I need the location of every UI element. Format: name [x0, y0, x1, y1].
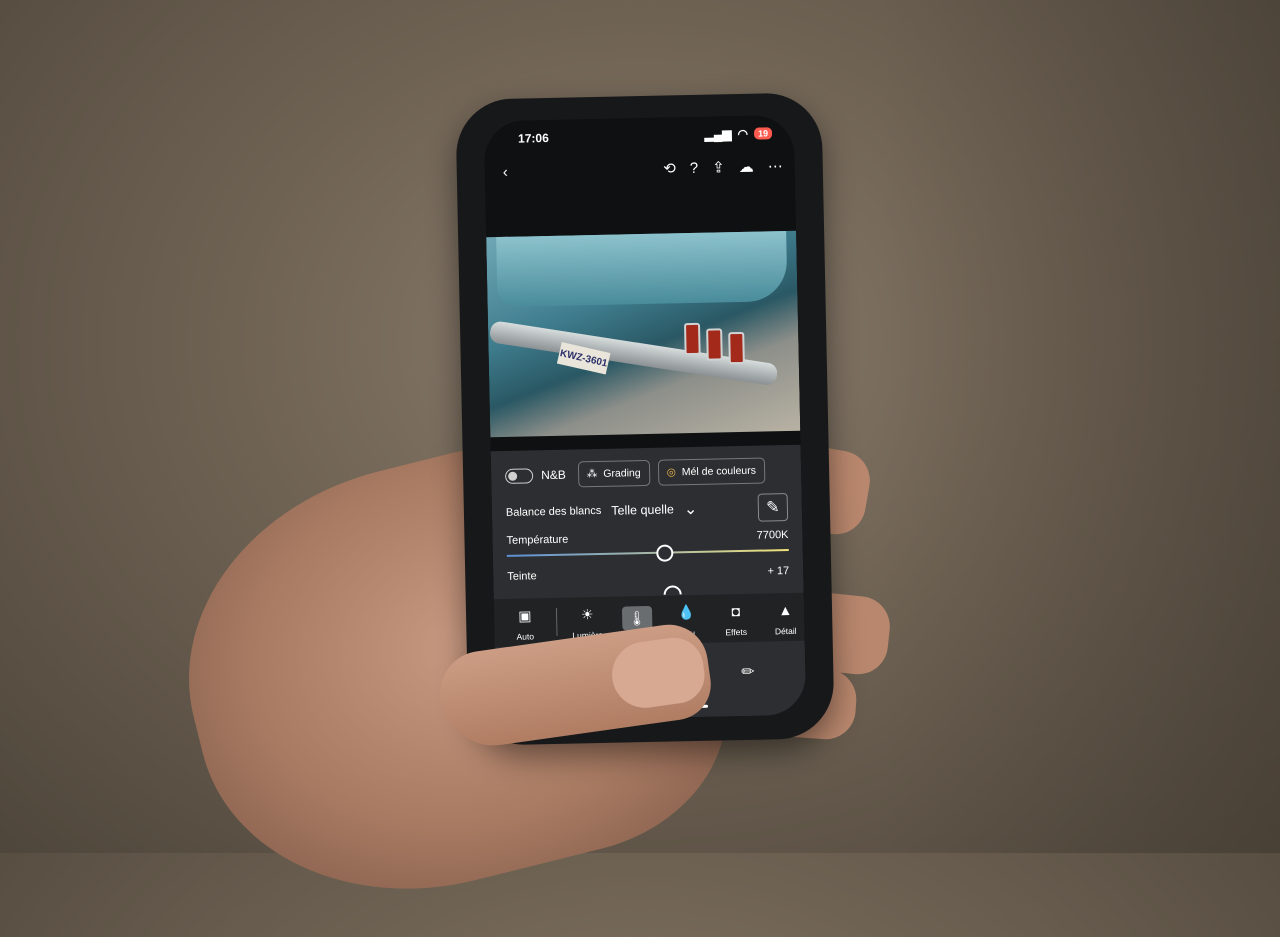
tint-value: + 17	[767, 565, 790, 578]
bw-toggle[interactable]	[505, 467, 534, 484]
history-icon[interactable]: ⟲	[663, 159, 676, 177]
status-bar: 17:06 ▂▄▆ ◠ 19	[517, 125, 773, 146]
taillight	[684, 322, 701, 356]
tool-label: Auto	[516, 631, 535, 642]
photo-preview[interactable]: KWZ-3601	[486, 230, 801, 438]
toolbar-actions: ⟲ ? ⇪ ☁ ⋯	[663, 157, 783, 177]
editor-toolbar: ‹ ⟲ ? ⇪ ☁ ⋯	[503, 155, 783, 183]
auto-photo-icon: ▣	[518, 606, 532, 624]
grading-button[interactable]: ⁂ Grading	[577, 459, 650, 488]
taillight	[728, 331, 745, 365]
temperature-slider[interactable]	[506, 544, 789, 562]
help-icon[interactable]: ?	[690, 159, 699, 177]
background-shade	[880, 0, 1280, 853]
grading-icon: ⁂	[586, 468, 598, 481]
divider	[555, 607, 557, 636]
temperature-value: 7700K	[756, 529, 789, 542]
chevron-down-icon[interactable]: ⌄	[684, 499, 698, 519]
status-indicators: ▂▄▆ ◠ 19	[704, 126, 773, 142]
temperature-row: Température 7700K	[506, 529, 788, 547]
cloud-sync-icon[interactable]: ☁	[739, 158, 754, 176]
battery-badge: 19	[753, 127, 773, 140]
color-mix-button[interactable]: ◎ Mél de couleurs	[657, 457, 766, 486]
color-wheel-icon: ◎	[666, 466, 676, 479]
triangle-icon: ▲	[778, 601, 793, 619]
color-options-row: N&B ⁂ Grading ◎ Mél de couleurs	[505, 457, 787, 489]
tool-detail[interactable]: ▲ Détail	[766, 598, 804, 637]
temperature-slider-thumb[interactable]	[656, 544, 674, 562]
tool-label: Détail	[774, 625, 797, 637]
bw-label: N&B	[541, 467, 566, 483]
eyedropper-button[interactable]: ✎	[757, 493, 789, 522]
tint-row: Teinte + 17	[507, 565, 789, 583]
taillight	[706, 328, 723, 361]
white-balance-select[interactable]: Telle quelle	[611, 502, 674, 517]
wifi-icon: ◠	[737, 126, 749, 141]
tint-label: Teinte	[507, 570, 537, 583]
signal-icon: ▂▄▆	[704, 127, 732, 142]
chevron-left-icon[interactable]: ‹	[503, 163, 508, 180]
more-icon[interactable]: ⋯	[768, 157, 783, 175]
tool-effects[interactable]: ◘ Effets	[717, 599, 755, 638]
brush-icon[interactable]: ✏	[741, 662, 755, 682]
grading-label: Grading	[603, 467, 641, 480]
tool-label: Effets	[725, 626, 748, 638]
tool-auto[interactable]: ▣ Auto	[506, 603, 544, 642]
eyedropper-icon: ✎	[766, 499, 780, 517]
color-mix-label: Mél de couleurs	[681, 464, 757, 479]
vignette-icon: ◘	[731, 603, 741, 620]
drop-icon: 💧	[677, 603, 696, 620]
temperature-label: Température	[506, 533, 569, 547]
car-trunk	[496, 231, 788, 308]
white-balance-row: Balance des blancs Telle quelle ⌄ ✎	[506, 493, 789, 527]
share-icon[interactable]: ⇪	[712, 158, 725, 176]
white-balance-label: Balance des blancs	[505, 504, 602, 519]
sun-icon: ☀	[580, 605, 594, 622]
status-time: 17:06	[517, 130, 549, 146]
